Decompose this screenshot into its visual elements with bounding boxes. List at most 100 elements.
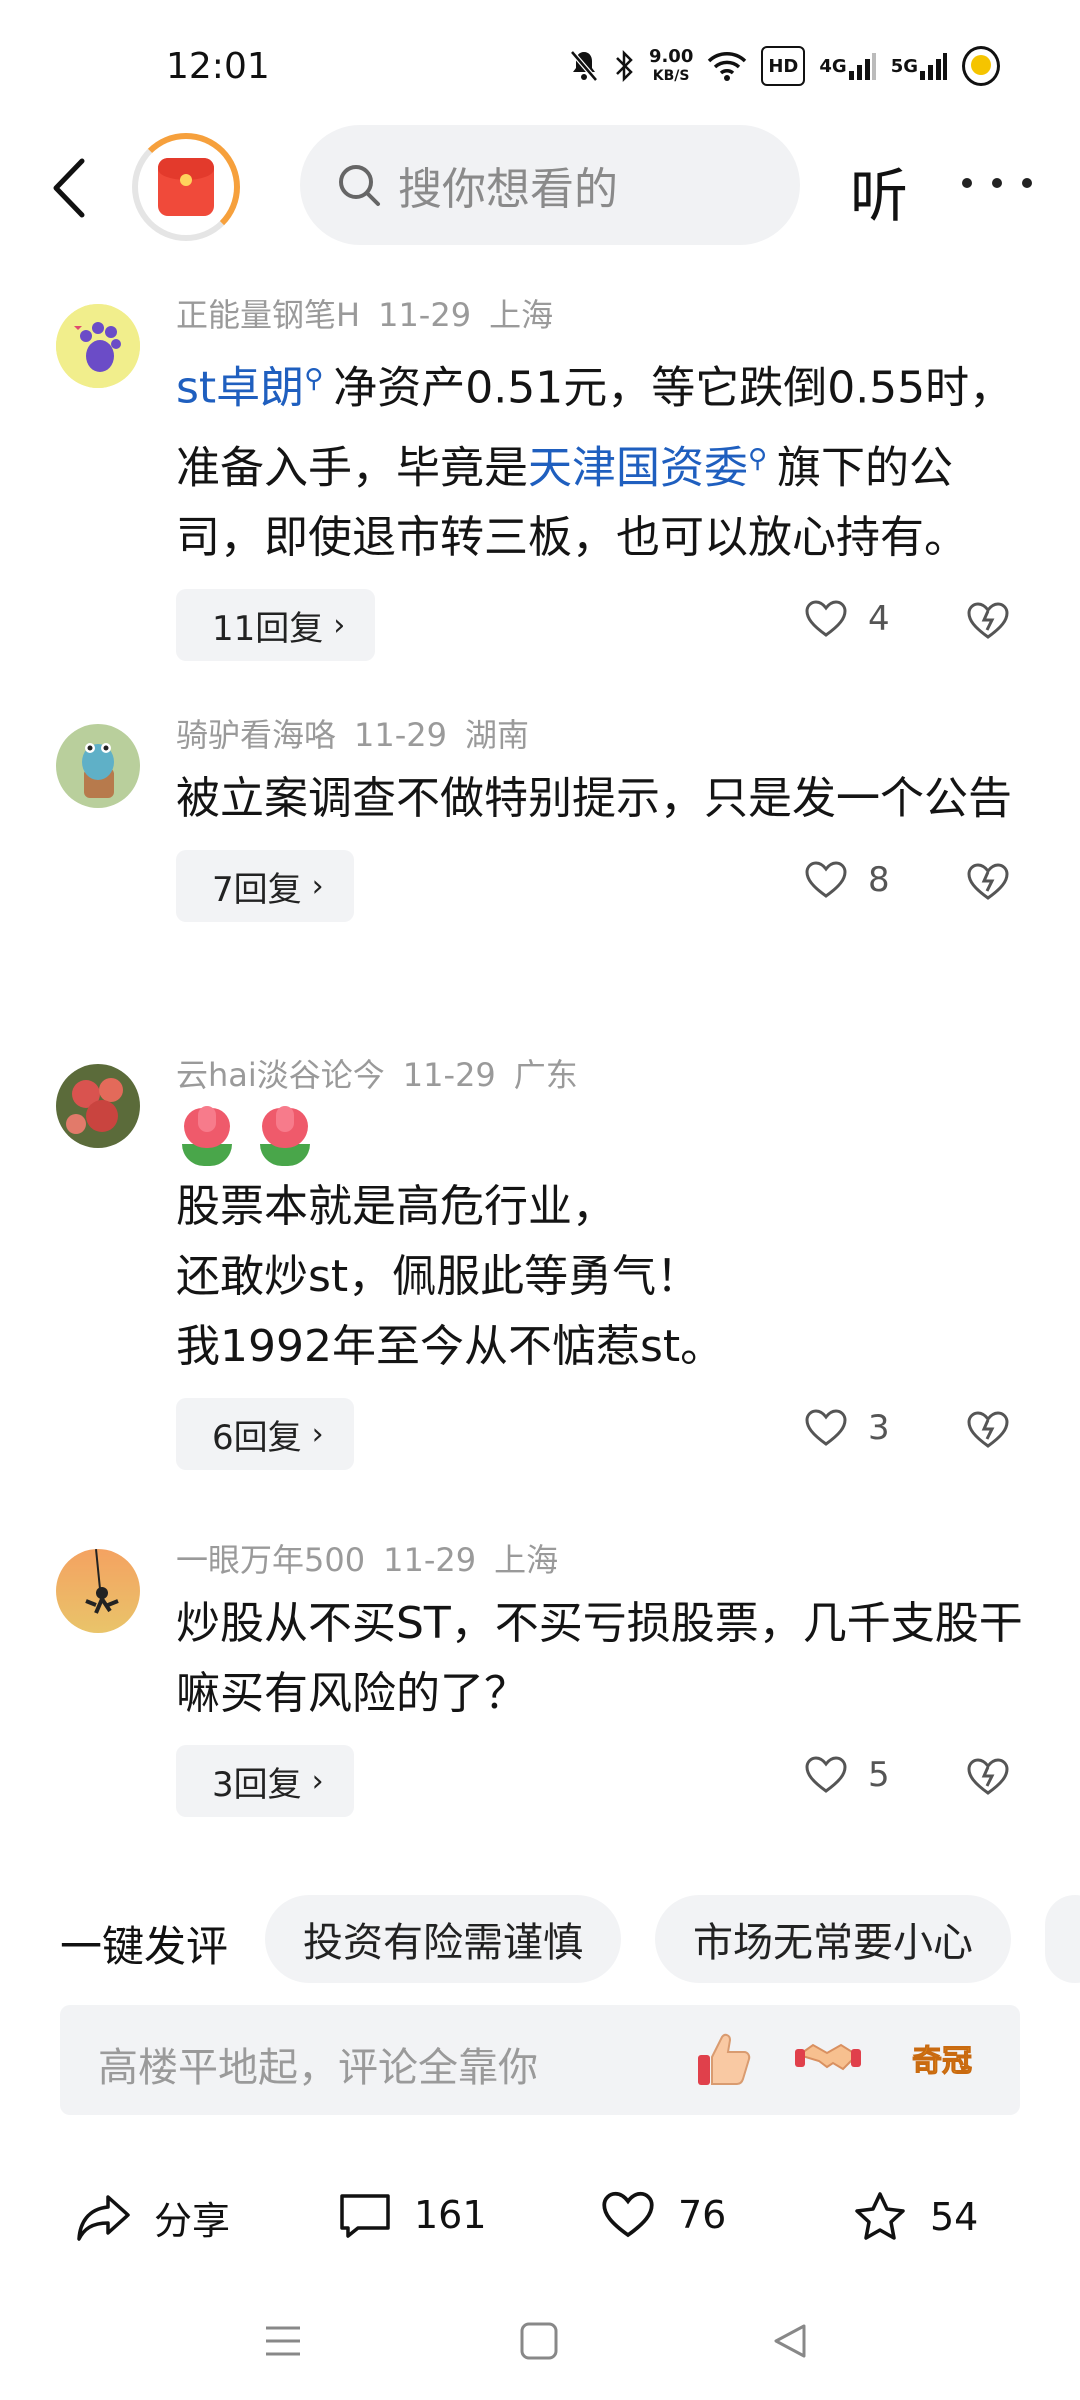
dislike-button[interactable]: [966, 601, 1010, 645]
comment-actions: 3回复 › 5: [176, 1745, 1040, 1817]
nav-back-button[interactable]: [768, 2320, 810, 2366]
comment-username[interactable]: 一眼万年500: [176, 1541, 365, 1579]
signal-5g-label: 5G: [890, 55, 918, 77]
comment-list: 正能量钢笔H 11-29 上海 st卓朗⚲ 净资产0.51元，等它跌倒0.55时，准备…: [0, 290, 1080, 1870]
bluetooth-icon: [613, 46, 635, 86]
search-input[interactable]: 搜你想看的: [300, 125, 800, 245]
reply-count-button[interactable]: 6回复 ›: [176, 1398, 354, 1470]
dislike-button[interactable]: [966, 862, 1010, 906]
dislike-button[interactable]: [966, 1757, 1010, 1801]
tulip-emoji-icon: [254, 1106, 316, 1168]
net-speed-unit: KB/S: [652, 67, 690, 84]
like-button[interactable]: 4: [804, 599, 890, 639]
reply-count-button[interactable]: 11回复 ›: [176, 589, 376, 662]
quick-comment-chip[interactable]: 投资有险需谨慎: [265, 1895, 621, 1983]
star-icon: [855, 2192, 905, 2240]
comment-line: 还敢炒st，佩服此等勇气！: [176, 1251, 701, 1302]
comment-count: 161: [414, 2193, 487, 2237]
comment-text: 炒股从不买ST，不买亏损股票，几千支股干嘛买有风险的了？: [176, 1598, 1023, 1719]
nav-menu-button[interactable]: [262, 2320, 304, 2366]
listen-button[interactable]: 听: [850, 149, 908, 233]
more-options-button[interactable]: [962, 153, 1032, 213]
emoji-row: [176, 1106, 1040, 1172]
like-post-count: 76: [678, 2193, 727, 2237]
heart-icon: [805, 861, 847, 898]
signal-4g-icon: 4G: [819, 46, 876, 86]
like-button[interactable]: 5: [804, 1755, 890, 1795]
back-triangle-icon: [774, 2324, 806, 2358]
cartoon-avatar-icon: [56, 724, 140, 808]
comment-username[interactable]: 骑驴看海咯: [176, 716, 336, 754]
heart-icon: [805, 1756, 847, 1793]
comment-text: 股票本就是高危行业， 还敢炒st，佩服此等勇气！ 我1992年至今从不惦惹st。: [176, 1172, 1040, 1382]
user-avatar[interactable]: [56, 1064, 140, 1148]
thumbs-up-icon[interactable]: [690, 2027, 756, 2093]
comment-item: 正能量钢笔H 11-29 上海 st卓朗⚲ 净资产0.51元，等它跌倒0.55时，准备…: [0, 290, 1080, 710]
chevron-right-icon: ›: [311, 1416, 324, 1452]
qiguan-text: 奇冠: [912, 2044, 972, 2079]
menu-icon: [266, 2326, 300, 2356]
comment-count-button[interactable]: 161: [338, 2190, 487, 2240]
back-button[interactable]: [42, 153, 102, 223]
broken-heart-icon: [967, 1411, 1009, 1448]
favorite-button[interactable]: 54: [852, 2190, 978, 2244]
wifi-icon: [707, 46, 747, 86]
broken-heart-icon: [967, 602, 1009, 640]
dislike-button[interactable]: [966, 1410, 1010, 1454]
top-header: 搜你想看的 听: [0, 125, 1080, 255]
comment-username[interactable]: 云hai淡谷论今: [176, 1056, 385, 1094]
share-button[interactable]: 分享: [76, 2190, 230, 2245]
comment-username[interactable]: 正能量钢笔H: [176, 296, 360, 334]
qiguan-icon[interactable]: 奇冠: [910, 2027, 990, 2093]
status-bar: 12:01 9.00 KB/S HD 4G 5G: [0, 0, 1080, 120]
comment-date: 11-29: [378, 296, 472, 334]
comment-date: 11-29: [354, 716, 447, 754]
net-speed-value: 9.00: [648, 45, 694, 67]
comment-line: 股票本就是高危行业，: [176, 1181, 616, 1232]
link-search-icon: ⚲: [304, 364, 324, 394]
red-packet-button[interactable]: [132, 133, 240, 241]
system-nav-bar: [0, 2290, 1080, 2400]
like-post-button[interactable]: 76: [600, 2190, 726, 2240]
quick-comment-chip[interactable]: 市场无常要小心: [655, 1895, 1011, 1983]
chevron-right-icon: ›: [333, 607, 346, 643]
comment-item: 云hai淡谷论今 11-29 广东 股票本就是高危行业， 还敢炒st，佩服此等勇气！…: [0, 1050, 1080, 1535]
comment-line: 我1992年至今从不惦惹st。: [176, 1321, 725, 1372]
comment-meta: 一眼万年500 11-29 上海: [176, 1535, 1040, 1585]
like-button[interactable]: 3: [804, 1408, 890, 1448]
comment-location: 上海: [489, 296, 554, 334]
share-icon: [77, 2194, 130, 2241]
like-button[interactable]: 8: [804, 860, 890, 900]
user-avatar[interactable]: [56, 1549, 140, 1633]
hd-badge: HD: [761, 46, 806, 86]
net-speed: 9.00 KB/S: [649, 46, 693, 86]
quick-comment-chip-partial[interactable]: [1045, 1895, 1080, 1983]
back-arrow-icon: [53, 158, 85, 218]
heart-icon: [805, 600, 847, 638]
user-avatar[interactable]: [56, 304, 140, 388]
reply-count-button[interactable]: 7回复 ›: [176, 850, 354, 922]
heart-icon: [602, 2191, 654, 2238]
comment-input[interactable]: 高楼平地起，评论全靠你 奇冠: [60, 2005, 1020, 2115]
search-icon: [339, 165, 380, 206]
nav-home-button[interactable]: [518, 2320, 560, 2366]
like-count: 3: [868, 1408, 890, 1448]
comment-actions: 7回复 › 8: [176, 850, 1040, 922]
reply-count-button[interactable]: 3回复 ›: [176, 1745, 354, 1817]
status-time: 12:01: [166, 46, 270, 87]
stock-link[interactable]: st卓朗: [176, 363, 304, 414]
handshake-icon[interactable]: [795, 2027, 861, 2093]
like-count: 5: [868, 1755, 890, 1795]
tulip-emoji-icon: [176, 1106, 238, 1168]
comment-date: 11-29: [402, 1056, 496, 1094]
battery-icon: [962, 46, 1000, 86]
user-avatar[interactable]: [56, 724, 140, 808]
comment-item: 一眼万年500 11-29 上海 炒股从不买ST，不买亏损股票，几千支股干嘛买有风险…: [0, 1535, 1080, 1870]
comment-icon: [340, 2194, 390, 2238]
comment-actions: 6回复 › 3: [176, 1398, 1040, 1470]
comment-item: 骑驴看海咯 11-29 湖南 被立案调查不做特别提示，只是发一个公告 7回复 › 8: [0, 710, 1080, 1050]
comment-text: st卓朗⚲ 净资产0.51元，等它跌倒0.55时，准备入手，毕竟是天津国资委⚲ 旗下…: [176, 344, 1040, 573]
comment-location: 广东: [513, 1056, 578, 1094]
mute-icon: [569, 46, 599, 86]
entity-link[interactable]: 天津国资委: [528, 442, 748, 493]
